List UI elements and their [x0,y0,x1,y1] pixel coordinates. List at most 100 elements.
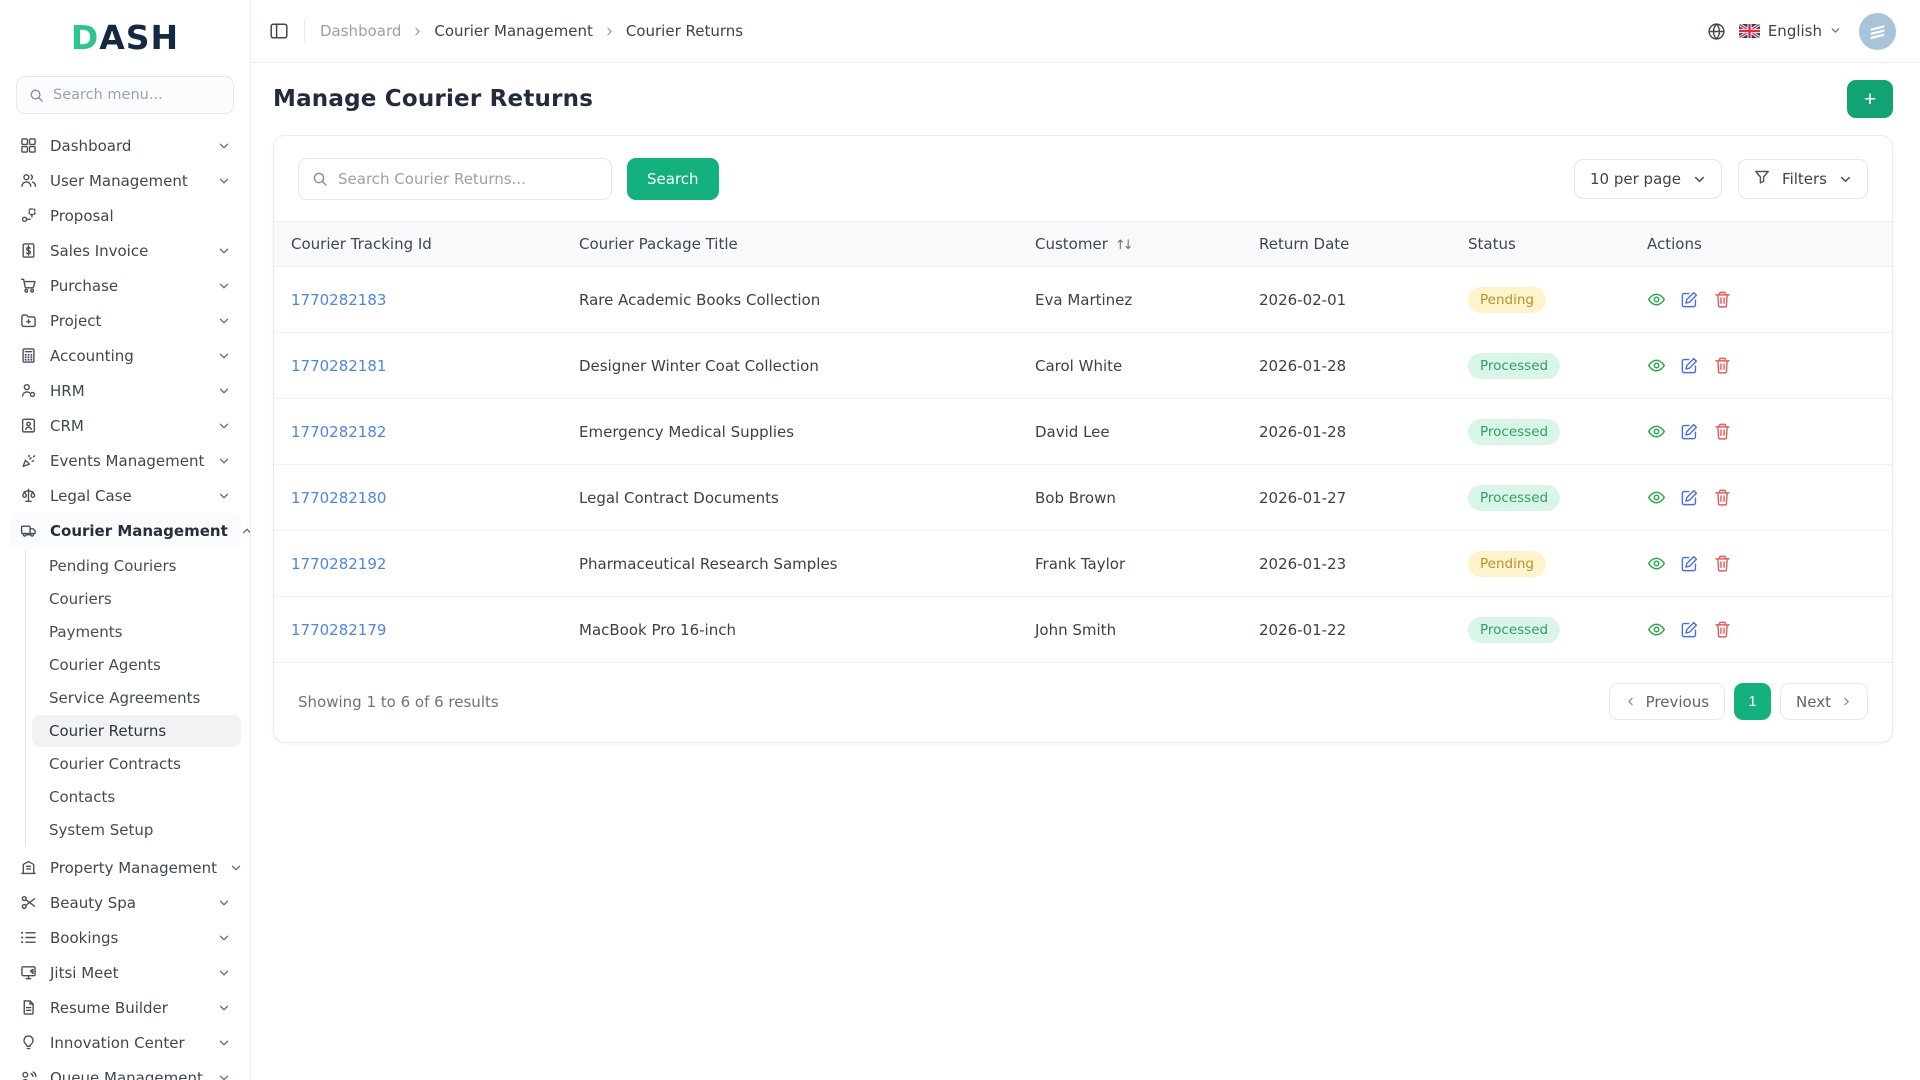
tracking-id-link[interactable]: 1770282192 [291,555,386,573]
sidebar-item-purchase[interactable]: Purchase [9,268,241,303]
breadcrumb-item-courier-management[interactable]: Courier Management [434,22,592,40]
view-icon[interactable] [1647,620,1666,639]
table-row: 1770282180 Legal Contract Documents Bob … [274,465,1892,531]
row-actions [1647,554,1876,573]
language-selector[interactable]: English [1739,22,1841,40]
sidebar-subitem-courier-agents[interactable]: Courier Agents [32,649,241,681]
previous-label: Previous [1646,693,1709,711]
search-button[interactable]: Search [627,158,719,200]
edit-icon[interactable] [1680,356,1699,375]
edit-icon[interactable] [1680,554,1699,573]
view-icon[interactable] [1647,356,1666,375]
sidebar-item-hrm[interactable]: HRM [9,373,241,408]
delete-icon[interactable] [1713,620,1732,639]
topbar-right: English [1707,13,1896,50]
sort-icon[interactable]: ↑↓ [1115,238,1131,253]
tracking-id-link[interactable]: 1770282183 [291,291,386,309]
edit-icon[interactable] [1680,488,1699,507]
tracking-id-link[interactable]: 1770282182 [291,423,386,441]
return-date: 2026-01-23 [1259,555,1346,573]
edit-icon[interactable] [1680,620,1699,639]
view-icon[interactable] [1647,488,1666,507]
view-icon[interactable] [1647,554,1666,573]
table-search-input[interactable] [338,170,598,188]
sidebar-item-jitsi-meet[interactable]: Jitsi Meet [9,955,241,990]
status-badge: Processed [1468,353,1560,379]
view-icon[interactable] [1647,422,1666,441]
sidebar-search-input[interactable] [53,87,221,103]
tracking-id-link[interactable]: 1770282181 [291,357,386,375]
sidebar-item-dashboard[interactable]: Dashboard [9,128,241,163]
sidebar-item-beauty-spa[interactable]: Beauty Spa [9,885,241,920]
sidebar-subitem-contacts[interactable]: Contacts [32,781,241,813]
next-page-button[interactable]: Next [1780,683,1868,720]
edit-icon[interactable] [1680,422,1699,441]
delete-icon[interactable] [1713,488,1732,507]
package-title: Designer Winter Coat Collection [579,357,819,375]
scissors-icon [20,894,37,911]
chevron-down-icon [218,897,230,909]
results-summary: Showing 1 to 6 of 6 results [298,693,499,711]
sidebar-subitem-pending-couriers[interactable]: Pending Couriers [32,550,241,582]
chevron-down-icon [218,455,230,467]
sidebar-item-bookings[interactable]: Bookings [9,920,241,955]
per-page-select[interactable]: 10 per page [1574,159,1722,199]
page-title: Manage Courier Returns [273,86,593,112]
column-header-courier-package-title: Courier Package Title [563,222,1019,267]
sidebar-item-courier-management[interactable]: Courier Management [9,513,241,548]
sidebar-search[interactable] [16,76,234,114]
return-date: 2026-01-28 [1259,423,1346,441]
column-header-status: Status [1452,222,1631,267]
user-avatar[interactable] [1859,13,1896,50]
sidebar-item-legal-case[interactable]: Legal Case [9,478,241,513]
filters-button[interactable]: Filters [1738,159,1868,199]
sidebar-item-proposal[interactable]: Proposal [9,198,241,233]
status-badge: Processed [1468,617,1560,643]
tracking-id-link[interactable]: 1770282180 [291,489,386,507]
sidebar-subitem-courier-contracts[interactable]: Courier Contracts [32,748,241,780]
previous-page-button[interactable]: Previous [1609,683,1725,720]
row-actions [1647,422,1876,441]
sidebar-subitem-service-agreements[interactable]: Service Agreements [32,682,241,714]
sidebar-item-label: Queue Management [50,1069,203,1080]
list-icon [20,929,37,946]
tracking-id-link[interactable]: 1770282179 [291,621,386,639]
sidebar-item-label: Resume Builder [50,999,168,1017]
column-header-return-date: Return Date [1243,222,1452,267]
chevron-down-icon [218,315,230,327]
sidebar-subitem-system-setup[interactable]: System Setup [32,814,241,846]
sidebar-subitem-courier-returns[interactable]: Courier Returns [32,715,241,747]
add-courier-return-button[interactable]: + [1847,80,1893,118]
breadcrumb-item-dashboard[interactable]: Dashboard [320,22,401,40]
edit-icon[interactable] [1680,290,1699,309]
sidebar-subitem-couriers[interactable]: Couriers [32,583,241,615]
sidebar-item-crm[interactable]: CRM [9,408,241,443]
status-badge: Processed [1468,485,1560,511]
delete-icon[interactable] [1713,554,1732,573]
sidebar-item-events-management[interactable]: Events Management [9,443,241,478]
view-icon[interactable] [1647,290,1666,309]
page-number-button[interactable]: 1 [1734,683,1771,720]
delete-icon[interactable] [1713,290,1732,309]
sidebar-item-property-management[interactable]: Property Management [9,850,241,885]
sidebar-item-accounting[interactable]: Accounting [9,338,241,373]
sidebar-item-innovation-center[interactable]: Innovation Center [9,1025,241,1060]
column-header-customer[interactable]: Customer↑↓ [1019,222,1243,267]
sidebar-subitem-payments[interactable]: Payments [32,616,241,648]
brand-logo[interactable]: DASH [0,0,250,68]
table-search[interactable] [298,158,612,200]
sidebar-item-project[interactable]: Project [9,303,241,338]
main-column: Dashboard Courier Management Courier Retur… [251,0,1920,1080]
sidebar-toggle-icon[interactable] [269,21,289,41]
proposal-icon [20,207,37,224]
return-date: 2026-01-27 [1259,489,1346,507]
sidebar-item-sales-invoice[interactable]: Sales Invoice [9,233,241,268]
delete-icon[interactable] [1713,356,1732,375]
sidebar-item-queue-management[interactable]: Queue Management [9,1060,241,1080]
breadcrumb-item-courier-returns[interactable]: Courier Returns [626,22,743,40]
sidebar-item-resume-builder[interactable]: Resume Builder [9,990,241,1025]
delete-icon[interactable] [1713,422,1732,441]
sidebar-item-user-management[interactable]: User Management [9,163,241,198]
globe-icon[interactable] [1707,22,1726,41]
sidebar-subitem-label: Courier Agents [49,656,161,674]
